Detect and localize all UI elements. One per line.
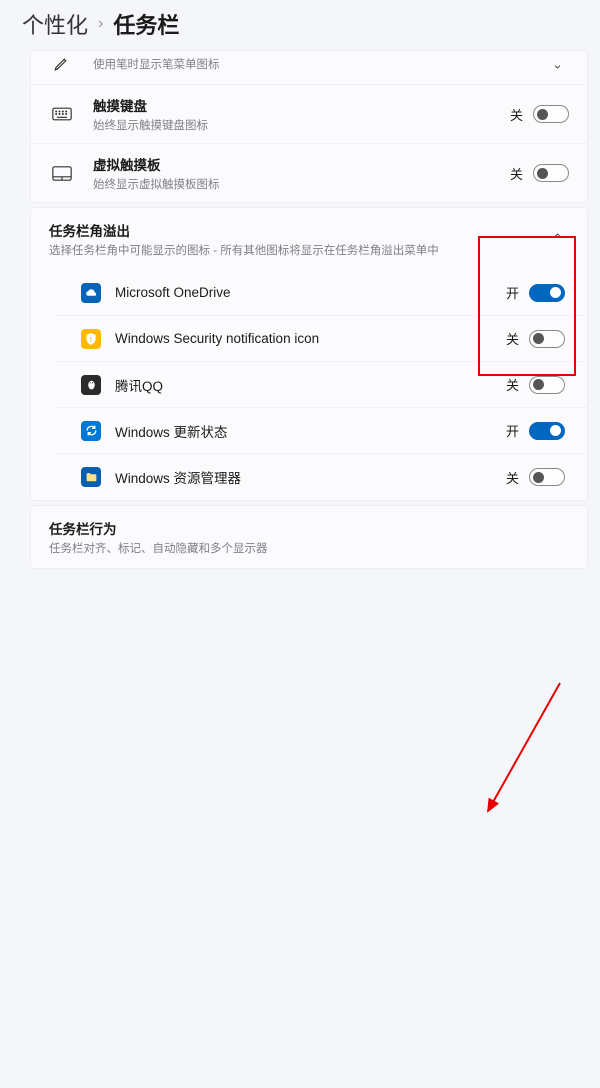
- breadcrumb-current: 任务栏: [113, 8, 179, 40]
- overflow-item-label: Windows Security notification icon: [115, 331, 499, 346]
- app-icon: !: [81, 329, 101, 349]
- section-title: 任务栏角溢出: [49, 220, 546, 240]
- behavior-section-card[interactable]: 任务栏行为 任务栏对齐、标记、自动隐藏和多个显示器: [30, 505, 588, 569]
- toggle-switch[interactable]: [529, 422, 565, 440]
- main-content: 使用笔时显示笔菜单图标 关 ⌃ 触摸键盘 始终显示触摸键盘图标 关 虚拟触摸板 …: [0, 42, 600, 573]
- toggle-status: 关: [503, 105, 523, 124]
- setting-row-virtual-touchpad[interactable]: 虚拟触摸板 始终显示虚拟触摸板图标 关: [31, 144, 587, 202]
- chevron-right-icon: ›: [98, 15, 103, 33]
- overflow-item-label: 腾讯QQ: [115, 375, 499, 395]
- section-subtitle: 选择任务栏角中可能显示的图标 - 所有其他图标将显示在任务栏角溢出菜单中: [49, 242, 546, 258]
- section-title: 任务栏行为: [49, 518, 569, 538]
- setting-row-touch-keyboard[interactable]: 触摸键盘 始终显示触摸键盘图标 关: [31, 85, 587, 144]
- chevron-up-icon[interactable]: ⌃: [546, 231, 569, 247]
- overflow-item-row[interactable]: Microsoft OneDrive开: [55, 270, 587, 316]
- touchpad-icon: [49, 166, 75, 181]
- section-header-behavior: 任务栏行为 任务栏对齐、标记、自动隐藏和多个显示器: [31, 506, 587, 568]
- app-icon: [81, 375, 101, 395]
- overflow-item-row[interactable]: Windows 资源管理器关: [55, 454, 587, 500]
- overflow-item-row[interactable]: Windows 更新状态开: [55, 408, 587, 454]
- setting-title: 虚拟触摸板: [93, 154, 503, 174]
- overflow-item-row[interactable]: 腾讯QQ关: [55, 362, 587, 408]
- pen-icon: [49, 54, 75, 72]
- toggle-status: 开: [499, 283, 519, 302]
- overflow-item-row[interactable]: ! Windows Security notification icon关: [55, 316, 587, 362]
- toggle-switch[interactable]: [533, 164, 569, 182]
- overflow-item-label: Microsoft OneDrive: [115, 285, 499, 300]
- toggle-switch[interactable]: [529, 284, 565, 302]
- toggle-switch[interactable]: [529, 376, 565, 394]
- app-icon: [81, 283, 101, 303]
- overflow-list: Microsoft OneDrive开!Windows Security not…: [31, 270, 587, 500]
- top-section-card: 使用笔时显示笔菜单图标 关 ⌃ 触摸键盘 始终显示触摸键盘图标 关 虚拟触摸板 …: [30, 50, 588, 203]
- annotation-arrow: [0, 573, 600, 1088]
- toggle-switch[interactable]: [529, 468, 565, 486]
- overflow-item-label: Windows 资源管理器: [115, 467, 499, 487]
- keyboard-icon: [49, 107, 75, 121]
- toggle-switch[interactable]: [529, 330, 565, 348]
- toggle-status: 开: [499, 421, 519, 440]
- toggle-status: 关: [499, 468, 519, 487]
- chevron-up-icon: ⌃: [546, 55, 569, 71]
- overflow-item-label: Windows 更新状态: [115, 421, 499, 441]
- setting-row-pen-menu[interactable]: 使用笔时显示笔菜单图标 关 ⌃: [31, 51, 587, 85]
- setting-subtitle: 始终显示触摸键盘图标: [93, 117, 503, 133]
- toggle-status: 关: [499, 329, 519, 348]
- overflow-section-card: 任务栏角溢出 选择任务栏角中可能显示的图标 - 所有其他图标将显示在任务栏角溢出…: [30, 207, 588, 501]
- section-subtitle: 任务栏对齐、标记、自动隐藏和多个显示器: [49, 540, 569, 556]
- setting-subtitle: 使用笔时显示笔菜单图标: [93, 56, 480, 72]
- breadcrumb: 个性化 › 任务栏: [0, 0, 600, 42]
- setting-subtitle: 始终显示虚拟触摸板图标: [93, 176, 503, 192]
- app-icon: [81, 421, 101, 441]
- toggle-status: 关: [503, 164, 523, 183]
- section-header-overflow[interactable]: 任务栏角溢出 选择任务栏角中可能显示的图标 - 所有其他图标将显示在任务栏角溢出…: [31, 208, 587, 270]
- breadcrumb-parent[interactable]: 个性化: [22, 8, 88, 40]
- toggle-switch[interactable]: [533, 105, 569, 123]
- toggle-status: 关: [499, 375, 519, 394]
- app-icon: [81, 467, 101, 487]
- setting-title: 触摸键盘: [93, 95, 503, 115]
- svg-text:!: !: [90, 336, 92, 343]
